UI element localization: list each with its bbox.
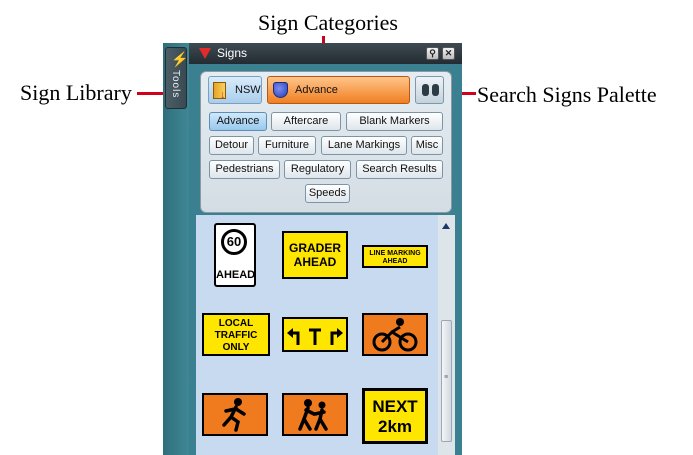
grip-icon: ≡ [444, 374, 449, 381]
sign-turn-arrows[interactable] [282, 317, 348, 352]
worker-running-icon [222, 398, 246, 432]
category-tag-furniture[interactable]: Furniture [258, 136, 316, 155]
sign-palette-grid: 60 AHEAD GRADER AHEAD LINE MARKING AHEAD… [196, 215, 438, 455]
sign-categories-callout: Sign Categories [258, 10, 398, 35]
cyclist-icon [372, 318, 418, 352]
category-tag-aftercare[interactable]: Aftercare [271, 112, 341, 131]
signs-panel: Signs ⚲ ✕ ↓ NSW Advance Advance Aftercar… [189, 43, 462, 455]
sign-next-2km[interactable]: NEXT 2km [362, 388, 428, 444]
sign-grader-ahead[interactable]: GRADER AHEAD [282, 231, 348, 279]
category-tag-blank-markers[interactable]: Blank Markers [346, 112, 443, 131]
speed-limit-ring: 60 [221, 229, 247, 255]
turn-arrows-icon [287, 328, 343, 345]
sign-children[interactable] [282, 393, 348, 436]
sign-library-callout: Sign Library [20, 80, 132, 105]
sign-grader-ahead-text: GRADER AHEAD [288, 241, 341, 269]
sign-line-marking-ahead[interactable]: LINE MARKING AHEAD [362, 245, 428, 268]
sign-next-2km-text: NEXT 2km [372, 397, 418, 436]
tools-tab-label: Tools [170, 70, 181, 99]
sign-controls: ↓ NSW Advance Advance Aftercare Blank Ma… [200, 71, 452, 213]
search-signs-palette-callout: Search Signs Palette [477, 82, 657, 107]
scroll-up-icon[interactable] [442, 223, 450, 229]
sign-workers[interactable] [202, 393, 268, 436]
category-tag-speeds[interactable]: Speeds [305, 184, 350, 203]
category-tag-lane-markings[interactable]: Lane Markings [321, 136, 407, 155]
sign-category-button[interactable]: Advance [267, 76, 410, 104]
sign-cyclist[interactable] [362, 313, 428, 356]
category-tag-regulatory[interactable]: Regulatory [284, 160, 351, 179]
pin-button[interactable]: ⚲ [426, 47, 439, 60]
sign-library-label: NSW [235, 84, 261, 96]
scrollbar-thumb[interactable]: ≡ [441, 320, 452, 442]
sign-palette-scrollbar[interactable]: ≡ [438, 215, 455, 455]
panel-titlebar: Signs ⚲ ✕ [189, 43, 462, 64]
search-signs-button[interactable] [415, 76, 444, 104]
sign-library-button[interactable]: ↓ NSW [208, 76, 262, 104]
tools-tab[interactable]: ⚡ Tools [165, 47, 189, 109]
tools-sidebar: ⚡ Tools [163, 43, 189, 455]
category-tag-advance[interactable]: Advance [209, 112, 267, 131]
sign-local-traffic-only[interactable]: LOCAL TRAFFIC ONLY [202, 313, 270, 356]
category-tag-detour[interactable]: Detour [209, 136, 254, 155]
children-crossing-icon [298, 399, 328, 431]
arrow-icon: ↓ [220, 89, 226, 101]
shield-icon [273, 82, 288, 98]
close-button[interactable]: ✕ [442, 47, 455, 60]
category-tag-search-results[interactable]: Search Results [356, 160, 443, 179]
red-triangle-icon [199, 48, 211, 59]
sign-line-marking-ahead-text: LINE MARKING AHEAD [369, 250, 421, 265]
panel-title: Signs [217, 46, 248, 60]
sign-60-ahead[interactable]: 60 AHEAD [214, 223, 256, 287]
sign-category-label: Advance [295, 84, 338, 96]
lightning-icon: ⚡ [171, 51, 189, 67]
sign-local-traffic-only-text: LOCAL TRAFFIC ONLY [214, 318, 258, 353]
binoculars-icon [422, 84, 439, 96]
category-tag-misc[interactable]: Misc [411, 136, 443, 155]
category-tag-pedestrians[interactable]: Pedestrians [209, 160, 280, 179]
sign-60-ahead-text: AHEAD [216, 269, 256, 281]
